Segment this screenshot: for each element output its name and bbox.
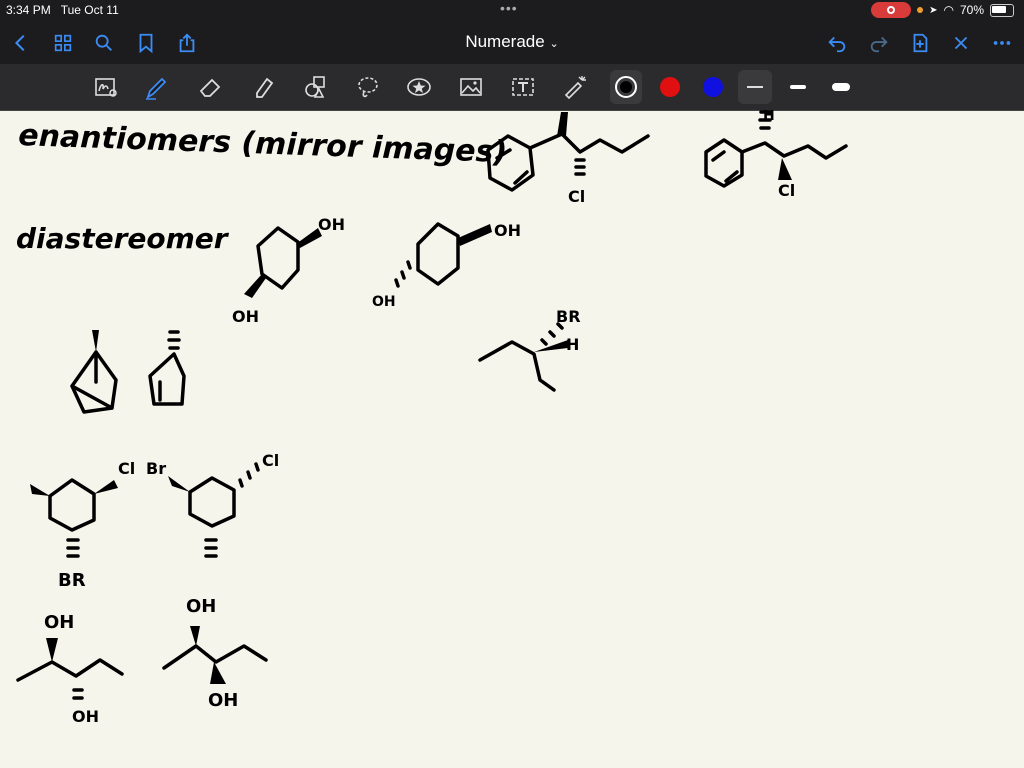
label-oh: OH bbox=[186, 596, 216, 617]
label-oh: OH bbox=[494, 221, 521, 240]
bicyclic-molecule-1 bbox=[70, 330, 118, 414]
share-icon bbox=[179, 33, 195, 53]
more-icon bbox=[993, 41, 1011, 45]
thin-stroke-button[interactable] bbox=[738, 70, 772, 104]
add-page-button[interactable] bbox=[907, 30, 933, 56]
more-button[interactable] bbox=[989, 30, 1015, 56]
status-bar: 3:34 PM Tue Oct 11 ••• ➤ ◠ 70% bbox=[0, 0, 1024, 22]
chevron-down-icon: ⌄ bbox=[549, 38, 559, 50]
chevron-left-icon bbox=[14, 34, 25, 52]
close-button[interactable] bbox=[948, 30, 974, 56]
mic-indicator-icon bbox=[917, 7, 924, 13]
blue-color-swatch[interactable] bbox=[703, 77, 723, 97]
label-cl: Cl bbox=[778, 181, 795, 200]
bromoalkane-molecule: BR H bbox=[478, 307, 581, 392]
text-box-icon bbox=[512, 78, 534, 96]
status-time: 3:34 PM Tue Oct 11 bbox=[6, 3, 119, 17]
pen-icon bbox=[146, 77, 167, 100]
label-oh: OH bbox=[44, 612, 74, 633]
thumbnails-button[interactable] bbox=[50, 30, 76, 56]
screen-record-icon[interactable] bbox=[871, 2, 912, 18]
label-cl: Cl bbox=[118, 459, 135, 478]
diastereomer-cyclohexanediol-1: OH OH bbox=[232, 215, 345, 326]
status-date: Tue Oct 11 bbox=[60, 3, 119, 17]
label-oh: OH bbox=[208, 690, 238, 711]
drawing-canvas[interactable]: enantiomers (mirror images) diastereomer… bbox=[0, 110, 1024, 768]
label-oh: OH bbox=[318, 215, 345, 234]
back-button[interactable] bbox=[8, 30, 34, 56]
label-oh: OH bbox=[72, 707, 99, 726]
lasso-icon bbox=[358, 77, 378, 98]
multitask-dots-icon[interactable]: ••• bbox=[500, 0, 518, 16]
handwriting-icon bbox=[95, 78, 117, 97]
laser-pointer-tool[interactable] bbox=[558, 70, 592, 104]
shapes-tool[interactable] bbox=[298, 70, 332, 104]
lasso-tool[interactable] bbox=[351, 70, 385, 104]
text-tool[interactable] bbox=[506, 70, 540, 104]
undo-button[interactable] bbox=[824, 30, 850, 56]
diol-molecule-1: OH OH bbox=[16, 612, 124, 726]
diol-molecule-2: OH OH bbox=[162, 596, 268, 711]
label-br: Br bbox=[146, 459, 166, 478]
bicyclic-molecule-2 bbox=[148, 330, 186, 406]
shapes-icon bbox=[305, 76, 325, 98]
battery-percent: 70% bbox=[959, 3, 984, 17]
highlighter-icon bbox=[256, 77, 274, 98]
nav-row: Numerade ⌄ bbox=[0, 26, 1024, 60]
heading-diastereomer: diastereomer bbox=[16, 222, 230, 255]
thick-stroke-button[interactable] bbox=[832, 83, 850, 91]
bookmark-button[interactable] bbox=[133, 30, 159, 56]
heading-enantiomers: enantiomers (mirror images) bbox=[18, 118, 508, 170]
bookmark-icon bbox=[139, 33, 153, 54]
pen-tool[interactable] bbox=[139, 70, 173, 104]
elements-tool[interactable] bbox=[402, 70, 436, 104]
sticker-star-icon bbox=[407, 78, 431, 96]
medium-stroke-button[interactable] bbox=[790, 85, 806, 89]
document-title-button[interactable]: Numerade ⌄ bbox=[465, 32, 558, 51]
lasso-shape-tool[interactable] bbox=[89, 70, 123, 104]
grid-icon bbox=[54, 34, 72, 52]
diastereomer-cyclohexanediol-2: OH OH bbox=[372, 221, 521, 310]
enantiomer-molecule-2: H Cl bbox=[704, 110, 848, 200]
black-color-swatch bbox=[615, 76, 637, 98]
label-h: H bbox=[763, 110, 775, 124]
laser-pointer-icon bbox=[564, 76, 586, 100]
label-h: H bbox=[566, 335, 579, 354]
label-oh: OH bbox=[232, 307, 259, 326]
redo-icon bbox=[870, 36, 888, 53]
top-bar: 3:34 PM Tue Oct 11 ••• ➤ ◠ 70% Numerade … bbox=[0, 0, 1024, 64]
location-icon: ➤ bbox=[929, 4, 938, 16]
label-cl: Cl bbox=[568, 187, 585, 206]
label-br: BR bbox=[58, 570, 86, 591]
image-tool[interactable] bbox=[454, 70, 488, 104]
wifi-icon: ◠ bbox=[943, 3, 954, 17]
close-icon bbox=[954, 36, 968, 50]
drawing-toolbar bbox=[0, 64, 1024, 111]
label-oh: OH bbox=[372, 294, 396, 310]
share-button[interactable] bbox=[174, 30, 200, 56]
image-icon bbox=[460, 78, 482, 96]
dihalocyclohexane-1: Cl BR bbox=[30, 459, 135, 591]
add-page-icon bbox=[913, 33, 928, 53]
color-picker-button[interactable] bbox=[610, 70, 642, 104]
redo-button[interactable] bbox=[866, 30, 892, 56]
undo-icon bbox=[828, 36, 846, 53]
search-button[interactable] bbox=[91, 30, 117, 56]
dihalocyclohexane-2: Br Cl bbox=[146, 451, 279, 558]
red-color-swatch[interactable] bbox=[660, 77, 680, 97]
eraser-tool[interactable] bbox=[193, 70, 227, 104]
eraser-icon bbox=[199, 78, 221, 97]
battery-icon bbox=[990, 3, 1014, 17]
label-br: BR bbox=[556, 307, 581, 326]
label-cl: Cl bbox=[262, 451, 279, 470]
enantiomer-molecule-1: Cl bbox=[486, 112, 650, 206]
search-icon bbox=[95, 34, 112, 51]
highlighter-tool[interactable] bbox=[246, 70, 280, 104]
thin-stroke-icon bbox=[747, 86, 763, 88]
